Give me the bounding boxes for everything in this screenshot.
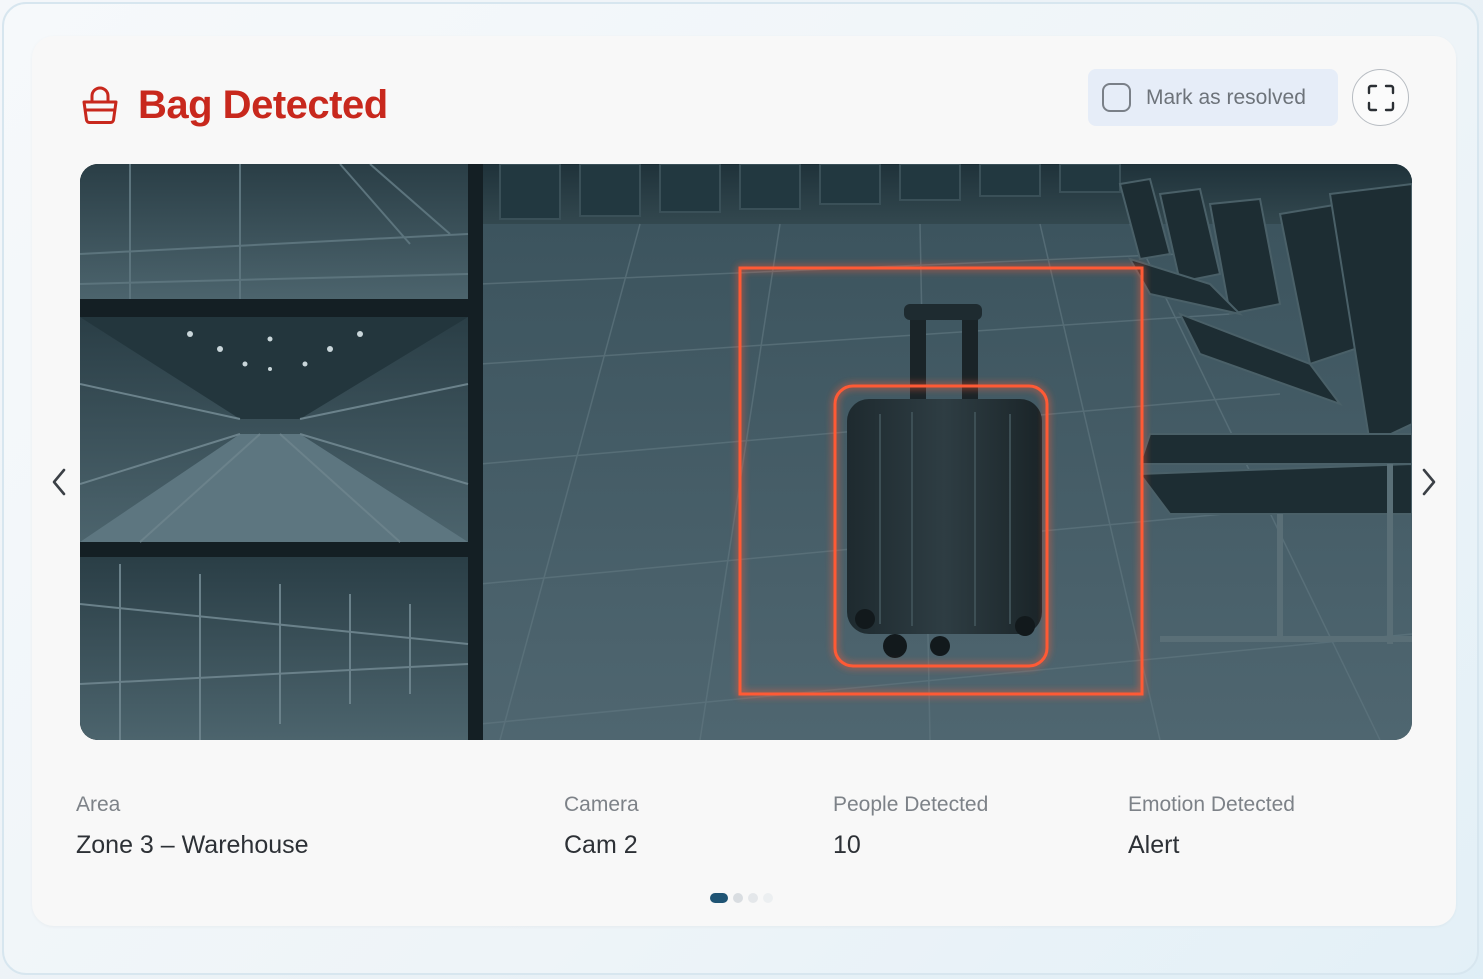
detail-label: Area <box>76 793 121 816</box>
resolved-checkbox[interactable] <box>1102 83 1131 112</box>
detail-value: Zone 3 – Warehouse <box>76 831 309 859</box>
pagination-dot-2[interactable] <box>733 893 743 903</box>
detail-camera: Camera Cam 2 <box>564 791 639 861</box>
pagination-dots <box>710 893 778 903</box>
next-image-button[interactable] <box>1415 464 1443 500</box>
alert-title: Bag Detected <box>138 83 388 127</box>
detail-value: Cam 2 <box>564 831 638 859</box>
camera-thumbnail-3 <box>80 557 469 740</box>
fullscreen-button[interactable] <box>1352 69 1409 126</box>
previous-image-button[interactable] <box>45 464 73 500</box>
pagination-dot-4[interactable] <box>763 893 773 903</box>
camera-feed-image[interactable] <box>80 164 1412 740</box>
detail-emotion-detected: Emotion Detected Alert <box>1128 791 1295 861</box>
bag-icon <box>82 86 118 124</box>
camera-thumbnail-2 <box>80 317 469 543</box>
detail-label: People Detected <box>833 793 989 816</box>
detail-label: Emotion Detected <box>1128 793 1295 816</box>
pagination-dot-1[interactable] <box>710 893 728 903</box>
mark-resolved-button[interactable]: Mark as resolved <box>1088 69 1338 126</box>
pagination-dot-3[interactable] <box>748 893 758 903</box>
detail-people-detected: People Detected 10 <box>833 791 988 861</box>
alert-card: Bag Detected Mark as resolved Area Zone … <box>32 36 1456 926</box>
camera-thumbnail-1 <box>80 164 469 299</box>
fullscreen-icon <box>1367 84 1394 111</box>
chevron-left-icon <box>52 468 66 496</box>
chevron-right-icon <box>1422 468 1436 496</box>
detail-area: Area Zone 3 – Warehouse <box>76 791 309 861</box>
mark-resolved-label: Mark as resolved <box>1146 85 1306 109</box>
surveillance-scene <box>80 164 1412 740</box>
detail-label: Camera <box>564 793 639 816</box>
detail-value: Alert <box>1128 831 1180 859</box>
detail-value: 10 <box>833 831 861 859</box>
